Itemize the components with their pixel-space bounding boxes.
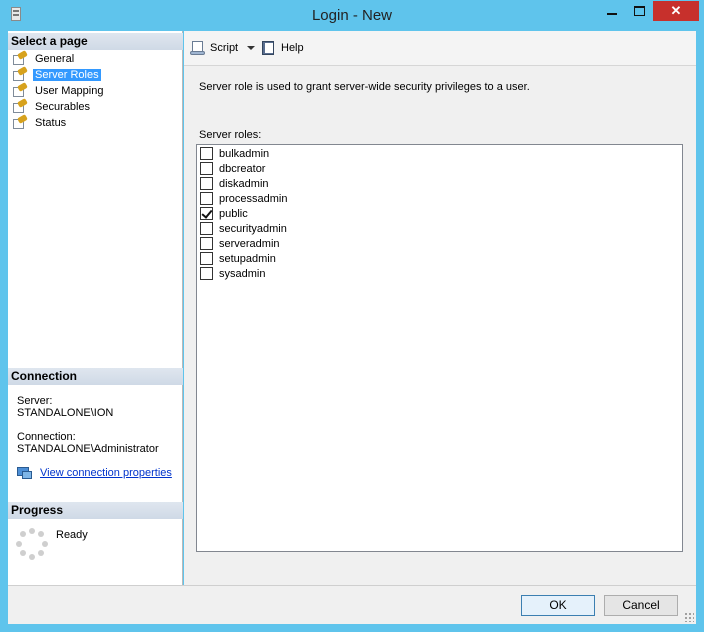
- page-item-general[interactable]: General: [12, 49, 76, 66]
- select-page-heading: Select a page: [8, 33, 183, 50]
- page-wrench-icon: [12, 97, 28, 114]
- server-label: Server:: [17, 395, 53, 407]
- maximize-icon: [633, 6, 645, 16]
- progress-status: Ready: [56, 529, 88, 541]
- server-value: STANDALONE\ION: [17, 407, 114, 419]
- page-item-label: Securables: [35, 100, 91, 113]
- page-wrench-icon: [12, 81, 28, 98]
- login-new-window: Login - New ✕ Select a page General Serv…: [0, 0, 704, 632]
- minimize-button[interactable]: [599, 1, 625, 21]
- role-name: setupadmin: [219, 252, 276, 265]
- role-item[interactable]: public: [200, 206, 248, 221]
- role-checkbox[interactable]: [200, 147, 213, 160]
- server-roles-label: Server roles:: [199, 129, 262, 141]
- cancel-button[interactable]: Cancel: [604, 595, 678, 616]
- minimize-icon: [607, 13, 617, 15]
- close-button[interactable]: ✕: [653, 1, 699, 21]
- role-item[interactable]: bulkadmin: [200, 146, 269, 161]
- role-checkbox[interactable]: [200, 162, 213, 175]
- role-item[interactable]: setupadmin: [200, 251, 276, 266]
- role-item[interactable]: sysadmin: [200, 266, 265, 281]
- page-item-label: General: [35, 52, 75, 65]
- role-name: diskadmin: [219, 177, 269, 190]
- dialog-footer: OK Cancel: [8, 585, 696, 624]
- help-book-icon: [261, 40, 277, 56]
- page-item-securables[interactable]: Securables: [12, 97, 92, 114]
- server-roles-list[interactable]: bulkadmin dbcreator diskadmin processadm…: [196, 144, 683, 552]
- page-item-label: Server Roles: [33, 68, 101, 81]
- role-name: dbcreator: [219, 162, 266, 175]
- close-icon: ✕: [670, 3, 682, 18]
- resize-grip[interactable]: [684, 612, 694, 622]
- role-checkbox[interactable]: [200, 207, 213, 220]
- role-name: bulkadmin: [219, 147, 270, 160]
- role-item[interactable]: dbcreator: [200, 161, 265, 176]
- role-item[interactable]: securityadmin: [200, 221, 287, 236]
- main-pane: Script Help Server role is used to grant…: [184, 31, 696, 585]
- script-label: Script: [210, 42, 239, 54]
- page-wrench-icon: [12, 49, 28, 66]
- chevron-down-icon[interactable]: [247, 46, 256, 50]
- connection-properties-icon: [17, 467, 33, 481]
- page-wrench-icon: [12, 113, 28, 130]
- help-label: Help: [281, 42, 304, 54]
- role-checkbox[interactable]: [200, 177, 213, 190]
- role-item[interactable]: serveradmin: [200, 236, 280, 251]
- connection-value: STANDALONE\Administrator: [17, 443, 159, 455]
- role-name: serveradmin: [219, 237, 280, 250]
- page-description: Server role is used to grant server-wide…: [199, 81, 530, 93]
- maximize-button[interactable]: [626, 1, 652, 21]
- connection-label: Connection:: [17, 431, 76, 443]
- toolbar: Script Help: [184, 31, 696, 66]
- page-item-server-roles[interactable]: Server Roles: [12, 65, 101, 82]
- script-icon: [190, 40, 206, 56]
- page-item-label: Status: [35, 116, 67, 129]
- connection-heading: Connection: [8, 368, 183, 385]
- view-connection-properties-link[interactable]: View connection properties: [40, 467, 172, 479]
- role-name: securityadmin: [219, 222, 287, 235]
- page-wrench-icon: [12, 65, 28, 82]
- title-bar[interactable]: Login - New ✕: [0, 0, 704, 30]
- left-pane: Select a page General Server Roles User …: [8, 31, 183, 585]
- page-item-status[interactable]: Status: [12, 113, 68, 130]
- role-checkbox[interactable]: [200, 267, 213, 280]
- progress-spinner-icon: [16, 528, 48, 560]
- role-item[interactable]: diskadmin: [200, 176, 269, 191]
- script-button[interactable]: Script: [190, 39, 256, 57]
- role-name: sysadmin: [219, 267, 266, 280]
- role-checkbox[interactable]: [200, 252, 213, 265]
- help-button[interactable]: Help: [261, 39, 304, 57]
- role-name: public: [219, 207, 248, 220]
- role-item[interactable]: processadmin: [200, 191, 287, 206]
- role-name: processadmin: [219, 192, 288, 205]
- page-item-user-mapping[interactable]: User Mapping: [12, 81, 105, 98]
- role-checkbox[interactable]: [200, 192, 213, 205]
- role-checkbox[interactable]: [200, 222, 213, 235]
- ok-button[interactable]: OK: [521, 595, 595, 616]
- role-checkbox[interactable]: [200, 237, 213, 250]
- progress-heading: Progress: [8, 502, 183, 519]
- page-item-label: User Mapping: [35, 84, 104, 97]
